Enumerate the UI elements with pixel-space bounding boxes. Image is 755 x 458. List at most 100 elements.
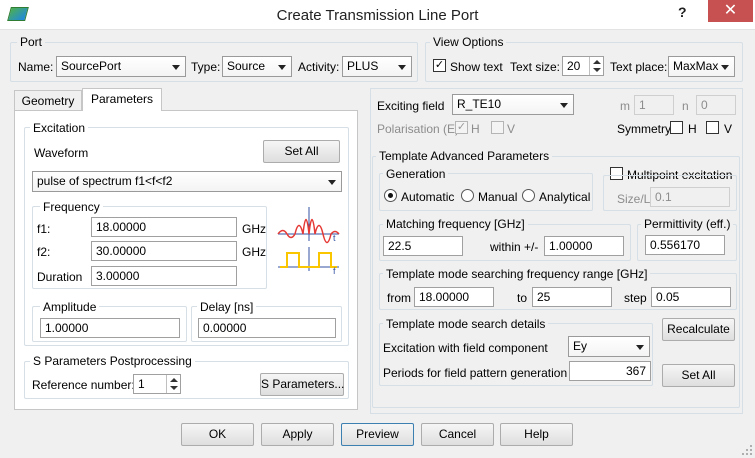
name-dropdown[interactable]: SourcePort [56,56,186,77]
text-size-spinner[interactable] [589,57,603,75]
text-place-label: Text place: [610,60,668,74]
window-title: Create Transmission Line Port [276,7,479,24]
show-text-label: Show text [450,60,503,74]
polarisation-label: Polarisation (E) [377,122,460,136]
generation-manual-label: Manual [478,190,518,204]
delay-label: Delay [ns] [197,300,257,314]
type-label: Type: [191,60,221,74]
within-field[interactable]: 1.00000 [544,236,624,256]
f2-label: f2: [37,245,51,259]
symmetry-h-label: H [688,122,697,136]
component-dropdown[interactable]: Ey [568,336,650,357]
periods-label: Periods for field pattern generation [383,366,568,380]
step-label: step [624,291,647,305]
activity-value: PLUS [347,59,379,73]
m-label: m [620,99,630,113]
title-bar: Create Transmission Line Port ? ✕ [0,0,755,30]
activity-label: Activity: [298,60,340,74]
symmetry-h-checkbox[interactable] [670,121,683,134]
text-place-dropdown[interactable]: MaxMax [668,56,735,77]
f2-unit: GHz [242,245,266,259]
from-label: from [387,291,411,305]
polarisation-h-checkbox[interactable]: ✓ [455,121,468,134]
step-field[interactable]: 0.05 [651,287,731,307]
symmetry-label: Symmetry [617,122,671,136]
activity-dropdown[interactable]: PLUS [342,56,412,77]
generation-label: Generation [383,167,449,181]
reference-number-value: 1 [138,377,145,391]
excitation-label: Excitation [30,121,89,135]
n-field[interactable]: 0 [696,95,736,115]
periods-field[interactable]: 367 [569,361,651,381]
size-l-field[interactable]: 0.1 [650,187,730,207]
template-group-label: Template Advanced Parameters [376,149,553,163]
polarisation-h-label: H [471,122,480,136]
matching-field[interactable]: 22.5 [383,236,463,256]
to-label: to [517,291,528,305]
help-icon[interactable]: ? [678,4,687,20]
from-field[interactable]: 18.00000 [414,287,494,307]
polarisation-v-checkbox[interactable] [491,121,504,134]
symmetry-v-checkbox[interactable] [706,121,719,134]
waveform-dropdown[interactable]: pulse of spectrum f1<f<f2 [32,171,342,192]
component-label: Excitation with field component [383,341,548,355]
permittivity-field[interactable]: 0.556170 [645,235,725,255]
s-parameters-button[interactable]: S Parameters... [260,373,344,396]
chevron-down-icon [278,65,286,70]
type-dropdown[interactable]: Source [222,56,292,77]
chevron-down-icon [172,65,180,70]
tab-parameters[interactable]: Parameters [82,88,162,111]
delay-field[interactable]: 0.00000 [198,318,336,338]
duration-field[interactable]: 3.00000 [91,266,237,286]
excitation-set-all-button[interactable]: Set All [263,140,340,163]
generation-automatic-radio[interactable] [384,189,397,202]
s-params-label: S Parameters Postprocessing [30,354,195,368]
duration-label: Duration [37,270,83,284]
reference-number-label: Reference number: [32,378,135,392]
template-set-all-button[interactable]: Set All [662,364,735,387]
recalculate-button[interactable]: Recalculate [662,318,735,341]
range-label: Template mode searching frequency range … [383,267,651,281]
f1-field[interactable]: 18.00000 [91,217,237,237]
tab-geometry[interactable]: Geometry [14,90,82,110]
details-label: Template mode search details [383,317,549,331]
frequency-label: Frequency [40,200,103,214]
amplitude-field[interactable]: 1.00000 [40,318,180,338]
f1-unit: GHz [242,222,266,236]
polarisation-v-label: V [507,122,516,136]
exciting-field-value: R_TE10 [457,97,502,111]
amplitude-label: Amplitude [40,300,100,314]
chevron-down-icon [328,180,336,185]
exciting-field-dropdown[interactable]: R_TE10 [452,94,574,115]
text-place-value: MaxMax [673,59,719,73]
help-button[interactable]: Help [500,423,573,446]
chevron-down-icon [721,65,729,70]
generation-manual-radio[interactable] [461,189,474,202]
reference-number-field[interactable]: 1 [133,374,181,394]
text-size-field[interactable]: 20 [562,56,604,76]
component-value: Ey [573,339,588,353]
generation-analytical-radio[interactable] [522,189,535,202]
to-field[interactable]: 25 [532,287,612,307]
chevron-down-icon [636,345,644,350]
close-icon[interactable]: ✕ [708,0,753,22]
waveform-illustration: t f [277,207,340,275]
ok-button[interactable]: OK [181,423,254,446]
apply-button[interactable]: Apply [261,423,334,446]
text-size-label: Text size: [510,60,561,74]
reference-number-spinner[interactable] [166,375,180,393]
exciting-field-label: Exciting field [377,99,445,113]
chevron-down-icon [560,103,568,108]
permittivity-label: Permittivity (eff.) [641,217,734,231]
resize-grip-icon[interactable] [741,444,753,456]
preview-button[interactable]: Preview [341,423,414,446]
name-label: Name: [18,60,54,74]
n-label: n [682,99,689,113]
m-field[interactable]: 1 [634,95,674,115]
view-options-label: View Options [430,35,507,49]
f2-field[interactable]: 30.00000 [91,241,237,261]
within-label: within +/- [490,240,539,254]
cancel-button[interactable]: Cancel [421,423,494,446]
text-size-value: 20 [567,59,581,73]
show-text-checkbox[interactable]: ✓ [433,59,446,72]
